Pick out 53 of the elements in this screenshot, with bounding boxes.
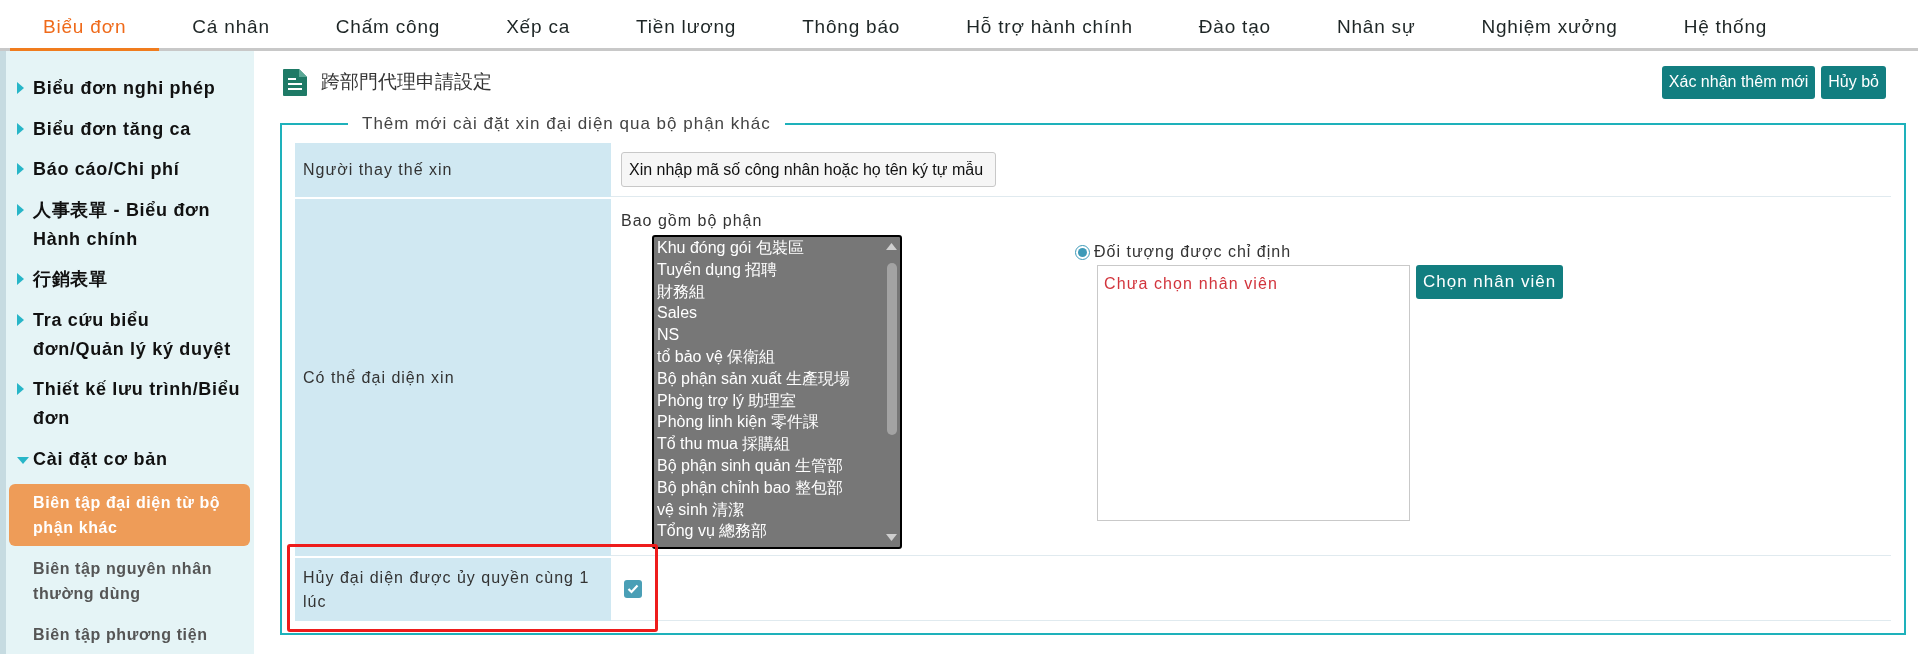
nav-tab[interactable]: Chấm công	[302, 7, 474, 51]
listbox-option[interactable]: Bộ phận sản xuất 生產現場	[657, 367, 883, 390]
nav-tab[interactable]: Đào tạo	[1165, 7, 1304, 51]
field-label: Người thay thế xin	[295, 143, 611, 197]
listbox-option[interactable]: Khu đóng gói 包裝區	[657, 237, 883, 259]
sidebar-item[interactable]: Báo cáo/Chi phí	[33, 155, 180, 184]
nav-tab[interactable]: Xếp ca	[473, 7, 604, 51]
listbox-option[interactable]: Tuyển dụng 招聘	[657, 258, 883, 281]
sidebar-item[interactable]: Thiết kế lưu trình/Biểu đơn	[33, 375, 245, 433]
sidebar-subitem[interactable]: Biên tập nguyên nhân thường dùng	[9, 549, 250, 612]
radio-icon[interactable]	[1075, 244, 1090, 260]
choose-employee-button[interactable]: Chọn nhân viên	[1416, 265, 1564, 299]
list-label: Bao gồm bộ phận	[621, 211, 764, 231]
nav-tab[interactable]: Hỗ trợ hành chính	[933, 7, 1166, 51]
listbox-option[interactable]: Sales	[657, 302, 883, 325]
listbox-option[interactable]: Tổ thu mua 採購組	[657, 433, 883, 455]
field-label: Hủy đại diện được ủy quyền cùng 1 lúc	[295, 558, 611, 621]
substitute-input[interactable]: Xin nhập mã số công nhân hoặc họ tên ký tự mẫu	[621, 152, 996, 187]
sidebar-item[interactable]: Biểu đơn nghi phép	[33, 74, 216, 103]
department-listbox[interactable]: Khu đóng gói 包裝區 Tuyển dụng 招聘 財務組 Sales NS tổ bảo vệ 保衛組 Bộ phận sản xuất 生產現場 Phòng trợ lý 助理室 Phòng linh kiện 零件課 Tổ thu mua 採購組 Bộ phận sinh quản 生管部 Bộ phận chỉnh bao 整包部 vệ sinh 清潔 Tổng vụ 總務部	[652, 235, 902, 549]
field-label: Có thể đại diện xin	[295, 199, 611, 556]
scroll-up-icon[interactable]	[886, 243, 897, 250]
nav-tab[interactable]: Hệ thống	[1650, 7, 1801, 51]
listbox-option[interactable]: Phòng linh kiện 零件課	[657, 411, 883, 434]
page-title: 跨部門代理申請設定	[321, 69, 492, 94]
sidebar-item[interactable]: 行銷表單	[33, 265, 108, 294]
nav-tab[interactable]: Thông báo	[769, 7, 934, 51]
scrollbar-thumb[interactable]	[886, 263, 897, 435]
nav-tab[interactable]: Cá nhân	[159, 7, 303, 51]
listbox-option[interactable]: Phòng trợ lý 助理室	[657, 389, 883, 412]
listbox-option[interactable]: Bộ phận chỉnh bao 整包部	[657, 476, 883, 499]
listbox-option[interactable]: 財務組	[657, 280, 883, 303]
listbox-option[interactable]: Bộ phận sinh quản 生管部	[657, 454, 883, 477]
nav-tab[interactable]: Nghiệm xưởng	[1448, 7, 1651, 51]
nav-tab[interactable]: Tiền lương	[603, 7, 770, 51]
form-legend: Thêm mới cài đặt xin đại diện qua bộ phận khác	[348, 114, 785, 134]
sidebar-item[interactable]: Biểu đơn tăng ca	[33, 114, 191, 144]
listbox-option[interactable]: NS	[657, 324, 883, 346]
sidebar-subitem[interactable]: Biên tập phương tiện	[9, 615, 250, 653]
sidebar-item[interactable]: Tra cứu biểu đơn/Quản lý ký duyệt	[33, 305, 245, 364]
nav-tab[interactable]: Nhân sự	[1303, 7, 1449, 51]
sidebar-item[interactable]: 人事表單 - Biểu đơn Hành chính	[33, 195, 245, 254]
empty-message: Chưa chọn nhân viên	[1104, 275, 1278, 292]
radio-option[interactable]: Đối tượng được chỉ định	[1075, 242, 1564, 262]
listbox-option[interactable]: Tổng vụ 總務部	[657, 520, 883, 543]
checkbox[interactable]	[624, 580, 642, 598]
document-icon	[283, 68, 307, 96]
listbox-option[interactable]: vệ sinh 清潔	[657, 498, 883, 521]
action-button[interactable]: Hủy bỏ	[1821, 65, 1886, 99]
action-button[interactable]: Xác nhận thêm mới	[1661, 65, 1816, 99]
scroll-down-icon[interactable]	[886, 534, 897, 541]
listbox-option[interactable]: tổ bảo vệ 保衛組	[657, 346, 883, 368]
sidebar-item[interactable]: Cài đặt cơ bản	[33, 444, 168, 474]
